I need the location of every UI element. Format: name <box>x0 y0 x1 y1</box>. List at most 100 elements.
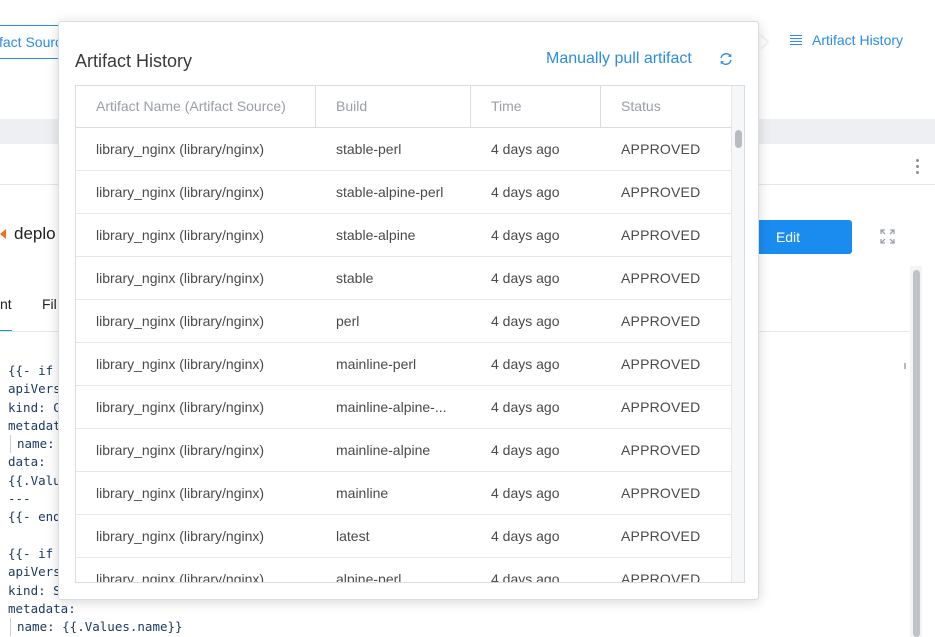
cell-build: latest <box>336 528 370 544</box>
column-header-time[interactable]: Time <box>471 86 601 127</box>
popover-title: Artifact History <box>75 51 193 71</box>
cell-time: 4 days ago <box>491 571 560 583</box>
cell-time: 4 days ago <box>491 184 560 200</box>
table-row[interactable]: library_nginx (library/nginx) stable-alpi… <box>76 171 731 214</box>
code-line-text: kind: C <box>8 399 61 415</box>
table-row[interactable]: library_nginx (library/nginx) stable-perl… <box>76 128 731 171</box>
cell-build: alpine-perl <box>336 571 402 583</box>
cell-build: stable-alpine <box>336 227 416 243</box>
cell-time: 4 days ago <box>491 356 560 372</box>
table-row[interactable]: library_nginx (library/nginx) stable 4 day… <box>76 257 731 300</box>
cell-time: 4 days ago <box>491 141 560 157</box>
code-line-text: {{.Valu <box>8 472 61 488</box>
cell-time: 4 days ago <box>491 528 560 544</box>
code-line-text: data: <box>8 454 46 470</box>
cell-status: APPROVED <box>621 399 701 415</box>
cell-build: mainline-perl <box>336 356 417 372</box>
expand-icon[interactable] <box>880 229 895 244</box>
cell-artifact-name: library_nginx (library/nginx) <box>96 571 265 583</box>
cell-time: 4 days ago <box>491 270 560 286</box>
popover-arrow <box>758 34 767 50</box>
table-row[interactable]: library_nginx (library/nginx) mainline-al… <box>76 429 731 472</box>
cell-artifact-name: library_nginx (library/nginx) <box>96 485 265 501</box>
table-row[interactable]: library_nginx (library/nginx) stable-alpi… <box>76 214 731 257</box>
code-line-text: {{- if <box>8 363 54 378</box>
artifact-history-link[interactable]: Artifact History <box>790 32 903 48</box>
table-row[interactable]: library_nginx (library/nginx) mainline-pe… <box>76 343 731 386</box>
cell-artifact-name: library_nginx (library/nginx) <box>96 399 265 415</box>
code-line: metadata: <box>8 600 183 618</box>
column-header-status[interactable]: Status <box>601 86 731 127</box>
code-line: name: {{.Values.name}} <box>8 618 183 637</box>
artifact-history-table: Artifact Name (Artifact Source) Build Ti… <box>75 85 745 583</box>
cell-artifact-name: library_nginx (library/nginx) <box>96 141 265 157</box>
tab-files-label: Fil <box>42 296 57 312</box>
cell-build: perl <box>336 313 360 329</box>
cell-status: APPROVED <box>621 184 701 200</box>
table-header: Artifact Name (Artifact Source) Build Ti… <box>76 86 731 128</box>
editor-minimap-marker <box>904 363 906 369</box>
cell-time: 4 days ago <box>491 442 560 458</box>
table-body: library_nginx (library/nginx) stable-perl… <box>76 128 731 583</box>
table-row[interactable]: library_nginx (library/nginx) alpine-perl… <box>76 558 731 583</box>
cell-artifact-name: library_nginx (library/nginx) <box>96 270 265 286</box>
cell-status: APPROVED <box>621 442 701 458</box>
artifact-source-button[interactable]: fact Source <box>0 25 66 59</box>
cell-time: 4 days ago <box>491 399 560 415</box>
cell-artifact-name: library_nginx (library/nginx) <box>96 442 265 458</box>
code-line-text: --- <box>8 491 31 507</box>
cell-artifact-name: library_nginx (library/nginx) <box>96 184 265 200</box>
code-line-text: name: <box>17 436 55 452</box>
cell-status: APPROVED <box>621 528 701 544</box>
cell-artifact-name: library_nginx (library/nginx) <box>96 356 265 372</box>
list-icon <box>790 34 802 46</box>
cell-time: 4 days ago <box>491 485 560 501</box>
cell-build: stable-perl <box>336 141 402 157</box>
table-scrollbar-thumb[interactable] <box>735 130 742 148</box>
tab-files[interactable]: Fil <box>42 296 57 312</box>
service-header: deplo <box>0 224 56 244</box>
tab-deployment[interactable]: nt <box>0 296 12 312</box>
cell-build: mainline-alpine <box>336 442 431 458</box>
indent-guide <box>10 618 11 637</box>
cell-status: APPROVED <box>621 485 701 501</box>
table-row[interactable]: library_nginx (library/nginx) mainline 4 d… <box>76 472 731 515</box>
table-row[interactable]: library_nginx (library/nginx) mainline-al… <box>76 386 731 429</box>
table-scrollbar-track[interactable] <box>731 86 744 582</box>
code-line-text: apiVers <box>8 564 61 580</box>
table-row[interactable]: library_nginx (library/nginx) latest 4 day… <box>76 515 731 558</box>
cell-status: APPROVED <box>621 356 701 372</box>
artifact-history-link-label: Artifact History <box>812 32 904 48</box>
manually-pull-artifact-link[interactable]: Manually pull artifact <box>546 50 692 68</box>
cell-time: 4 days ago <box>491 227 560 243</box>
code-line-text: metadat <box>8 417 61 433</box>
indent-guide <box>10 435 11 454</box>
code-line-text: name: {{.Values.name}} <box>17 619 183 635</box>
service-name: deplo <box>14 224 56 243</box>
code-line-text: metadata: <box>8 600 76 616</box>
cell-build: mainline-alpine-... <box>336 399 447 415</box>
kebab-menu-icon[interactable] <box>916 159 920 175</box>
cell-artifact-name: library_nginx (library/nginx) <box>96 313 265 329</box>
tab-deployment-label: nt <box>0 296 12 312</box>
cell-artifact-name: library_nginx (library/nginx) <box>96 227 265 243</box>
code-line-text: apiVers <box>8 381 61 397</box>
cell-build: stable <box>336 270 374 286</box>
cell-artifact-name: library_nginx (library/nginx) <box>96 528 265 544</box>
column-header-build[interactable]: Build <box>316 86 471 127</box>
refresh-icon[interactable] <box>719 52 733 66</box>
editor-scrollbar-thumb[interactable] <box>913 270 920 637</box>
cell-status: APPROVED <box>621 141 701 157</box>
code-line-text: kind: S <box>8 582 61 598</box>
cell-status: APPROVED <box>621 227 701 243</box>
column-header-artifact-name[interactable]: Artifact Name (Artifact Source) <box>76 86 316 127</box>
code-line-text: {{- end <box>8 509 61 525</box>
cell-time: 4 days ago <box>491 313 560 329</box>
cell-build: mainline <box>336 485 389 501</box>
cell-status: APPROVED <box>621 270 701 286</box>
table-row[interactable]: library_nginx (library/nginx) perl 4 days … <box>76 300 731 343</box>
code-line-text: {{- if <box>8 545 54 561</box>
service-type-icon <box>0 229 6 239</box>
cell-status: APPROVED <box>621 313 701 329</box>
artifact-history-popover: Artifact History Manually pull artifact … <box>58 21 759 600</box>
